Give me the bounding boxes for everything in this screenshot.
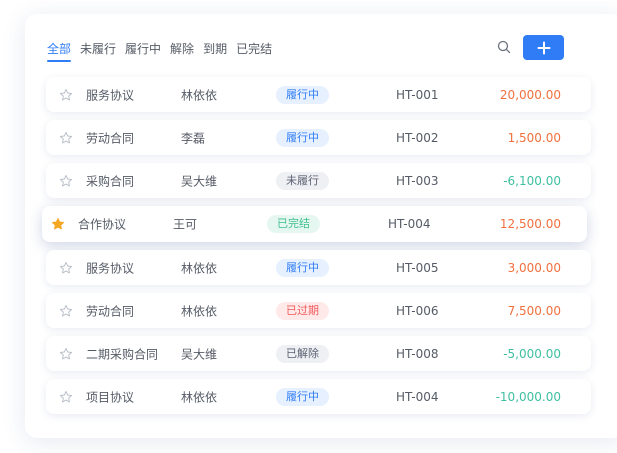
contract-code: HT-003 (396, 173, 439, 188)
table-row[interactable]: 二期采购合同 吴大维 已解除 HT-008 -5,000.00 (46, 336, 591, 371)
contract-amount: -6,100.00 (503, 173, 561, 188)
star-icon[interactable] (59, 88, 73, 102)
status-badge: 已过期 (276, 301, 329, 320)
table-row[interactable]: 劳动合同 林依依 已过期 HT-006 7,500.00 (46, 293, 591, 328)
tab-3[interactable]: 解除 (170, 40, 194, 62)
table-row[interactable]: 服务协议 林依依 履行中 HT-005 3,000.00 (46, 250, 591, 285)
add-button[interactable] (523, 35, 564, 60)
table-row[interactable]: 合作协议 王可 已完结 HT-004 12,500.00 (42, 206, 587, 242)
star-icon[interactable] (59, 304, 73, 318)
star-icon[interactable] (59, 347, 73, 361)
status-badge: 履行中 (276, 387, 329, 406)
contract-code: HT-001 (396, 87, 439, 102)
status-badge: 履行中 (276, 85, 329, 104)
tab-0[interactable]: 全部 (47, 40, 72, 62)
status-badge: 已解除 (276, 344, 329, 363)
contract-name: 项目协议 (86, 390, 135, 404)
contract-code: HT-006 (396, 303, 439, 318)
star-icon[interactable] (59, 390, 73, 404)
contract-code: HT-002 (396, 130, 439, 145)
status-badge: 已完结 (267, 215, 320, 233)
contract-list-card: 全部 未履行 履行中 解除 到期 已完结 服务协议 林依依 履行中 HT-001 2 (25, 14, 617, 438)
status-badge: 履行中 (276, 258, 329, 277)
table-row[interactable]: 劳动合同 李磊 履行中 HT-002 1,500.00 (46, 120, 591, 155)
table-row[interactable]: 采购合同 吴大维 未履行 HT-003 -6,100.00 (46, 163, 591, 198)
table-row[interactable]: 服务协议 林依依 履行中 HT-001 20,000.00 (46, 77, 591, 112)
contract-name: 二期采购合同 (86, 347, 159, 361)
table-row[interactable]: 项目协议 林依依 履行中 HT-004 -10,000.00 (46, 379, 591, 414)
contract-name: 服务协议 (86, 88, 135, 102)
contract-owner: 李磊 (181, 131, 206, 145)
search-icon[interactable] (496, 39, 512, 55)
contract-amount: 12,500.00 (499, 217, 561, 231)
contract-owner: 吴大维 (181, 347, 218, 361)
status-tabs: 全部 未履行 履行中 解除 到期 已完结 (47, 40, 281, 62)
contract-owner: 林依依 (181, 304, 218, 318)
contract-list: 服务协议 林依依 履行中 HT-001 20,000.00 劳动合同 李磊 履行中 HT-002… (42, 77, 591, 422)
tab-5[interactable]: 已完结 (236, 40, 272, 62)
contract-amount: 7,500.00 (507, 303, 561, 318)
status-badge: 履行中 (276, 128, 329, 147)
contract-amount: 20,000.00 (499, 87, 561, 102)
star-filled-icon[interactable] (51, 217, 65, 231)
contract-amount: 3,000.00 (507, 260, 561, 275)
contract-amount: -10,000.00 (495, 389, 561, 404)
tab-4[interactable]: 到期 (203, 40, 227, 62)
contract-name: 服务协议 (86, 261, 135, 275)
status-badge: 未履行 (276, 171, 329, 190)
tab-2[interactable]: 履行中 (125, 40, 161, 62)
contract-code: HT-005 (396, 260, 439, 275)
contract-name: 采购合同 (86, 174, 135, 188)
contract-code: HT-004 (388, 217, 431, 231)
contract-owner: 林依依 (181, 88, 218, 102)
contract-owner: 吴大维 (181, 174, 218, 188)
contract-owner: 王可 (173, 217, 198, 232)
plus-icon (537, 41, 550, 54)
contract-name: 劳动合同 (86, 131, 135, 145)
contract-amount: -5,000.00 (503, 346, 561, 361)
contract-code: HT-008 (396, 346, 439, 361)
contract-owner: 林依依 (181, 261, 218, 275)
contract-name: 合作协议 (78, 217, 127, 232)
contract-amount: 1,500.00 (507, 130, 561, 145)
contract-owner: 林依依 (181, 390, 218, 404)
contract-code: HT-004 (396, 389, 439, 404)
star-icon[interactable] (59, 174, 73, 188)
tab-1[interactable]: 未履行 (80, 40, 116, 62)
star-icon[interactable] (59, 131, 73, 145)
contract-name: 劳动合同 (86, 304, 135, 318)
star-icon[interactable] (59, 261, 73, 275)
